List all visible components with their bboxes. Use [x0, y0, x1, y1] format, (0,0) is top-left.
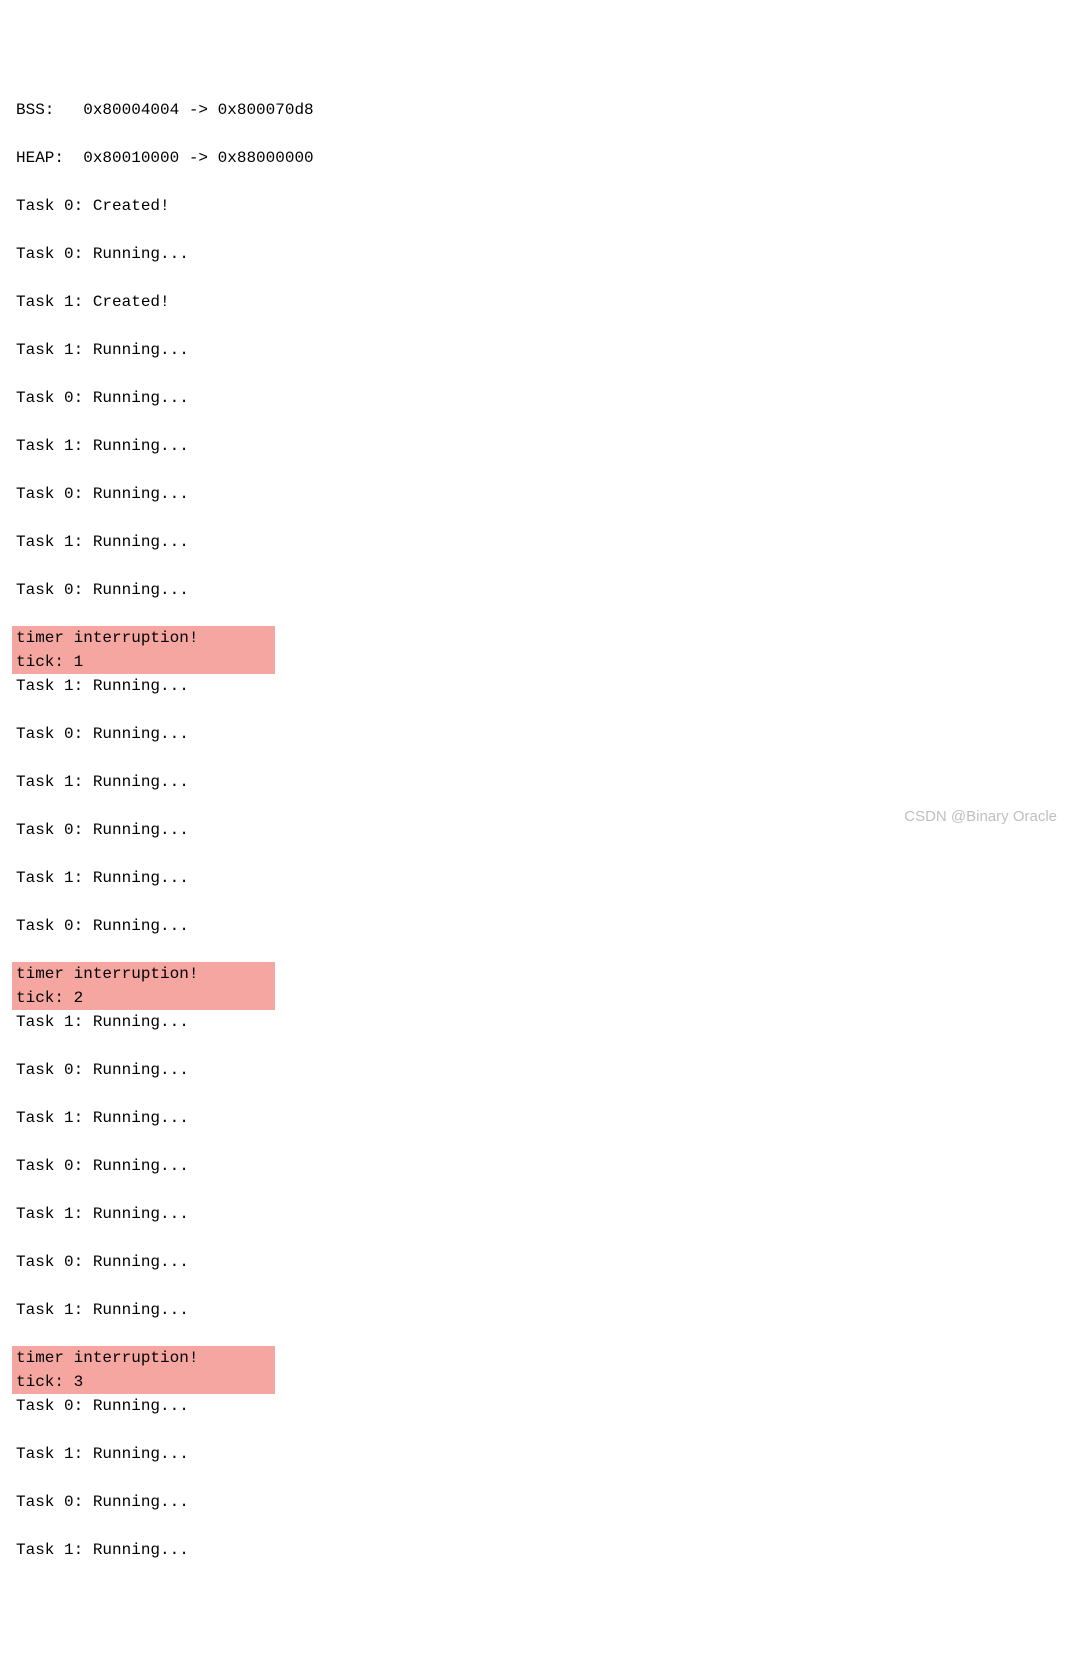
output-line: Task 1: Running... [12, 866, 1057, 890]
output-line: Task 1: Running... [12, 1538, 1057, 1562]
highlighted-line: timer interruption! [12, 962, 275, 986]
highlighted-line: timer interruption! [12, 1346, 275, 1370]
output-line: Task 0: Running... [12, 578, 1057, 602]
output-line: BSS: 0x80004004 -> 0x800070d8 [12, 98, 1057, 122]
output-line: Task 0: Running... [12, 1250, 1057, 1274]
output-line: Task 0: Running... [12, 386, 1057, 410]
output-line: Task 0: Running... [12, 1490, 1057, 1514]
output-line: Task 0: Running... [12, 1394, 1057, 1418]
highlighted-line: timer interruption! [12, 626, 275, 650]
output-line: Task 1: Created! [12, 290, 1057, 314]
output-line: Task 0: Running... [12, 818, 1057, 842]
highlighted-line: tick: 2 [12, 986, 275, 1010]
output-line: Task 1: Running... [12, 1442, 1057, 1466]
output-line: Task 1: Running... [12, 770, 1057, 794]
output-line: Task 0: Running... [12, 242, 1057, 266]
terminal-output: BSS: 0x80004004 -> 0x800070d8 HEAP: 0x80… [0, 96, 1069, 1588]
output-line: Task 0: Running... [12, 914, 1057, 938]
output-line: Task 1: Running... [12, 1106, 1057, 1130]
output-line: HEAP: 0x80010000 -> 0x88000000 [12, 146, 1057, 170]
output-line: Task 0: Running... [12, 1154, 1057, 1178]
watermark: CSDN @Binary Oracle [904, 806, 1057, 829]
output-line: Task 1: Running... [12, 338, 1057, 362]
output-line: Task 1: Running... [12, 434, 1057, 458]
output-line: Task 1: Running... [12, 674, 1057, 698]
highlighted-line: tick: 3 [12, 1370, 275, 1394]
highlighted-line: tick: 1 [12, 650, 275, 674]
output-line: Task 0: Running... [12, 1058, 1057, 1082]
output-line: Task 1: Running... [12, 530, 1057, 554]
output-line: Task 0: Running... [12, 722, 1057, 746]
output-line: Task 1: Running... [12, 1010, 1057, 1034]
output-line: Task 1: Running... [12, 1298, 1057, 1322]
output-line: Task 0: Running... [12, 482, 1057, 506]
output-line: Task 0: Created! [12, 194, 1057, 218]
output-line: Task 1: Running... [12, 1202, 1057, 1226]
